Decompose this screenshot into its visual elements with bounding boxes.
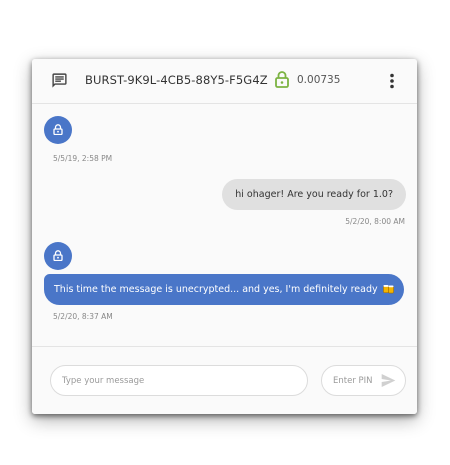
message-list[interactable]: 5/5/19, 2:58 PM hi ohager! Are you ready… [32, 104, 417, 346]
message-text: hi ohager! Are you ready for 1.0? [235, 189, 393, 200]
message-bubble: hi ohager! Are you ready for 1.0? [222, 179, 406, 210]
beer-mugs-emoji [382, 285, 394, 294]
message-text: This time the message is unecrypted... a… [54, 284, 378, 295]
chat-icon [52, 73, 67, 88]
account-balance: 0.00735 [297, 74, 341, 86]
send-icon[interactable] [381, 374, 396, 387]
message-timestamp: 5/2/20, 8:00 AM [345, 217, 405, 226]
chat-window: BURST-9K9L-4CB5-88Y5-F5G4Z 0.00735 5/5/1… [32, 59, 417, 414]
message-bubble: This time the message is unecrypted... a… [44, 274, 404, 305]
pin-input[interactable] [322, 366, 382, 395]
recipient-address: BURST-9K9L-4CB5-88Y5-F5G4Z [85, 73, 268, 87]
more-vert-icon[interactable] [382, 71, 402, 91]
lock-open-icon [275, 71, 289, 88]
message-timestamp: 5/5/19, 2:58 PM [53, 154, 113, 163]
encrypted-message-avatar[interactable] [44, 116, 72, 144]
composer [32, 346, 417, 414]
message-input[interactable] [50, 365, 308, 396]
pin-field[interactable] [321, 365, 406, 396]
chat-header: BURST-9K9L-4CB5-88Y5-F5G4Z 0.00735 [32, 59, 417, 104]
message-timestamp: 5/2/20, 8:37 AM [53, 312, 113, 321]
lock-icon [53, 124, 63, 135]
message-avatar[interactable] [44, 242, 72, 270]
lock-icon [53, 250, 63, 261]
